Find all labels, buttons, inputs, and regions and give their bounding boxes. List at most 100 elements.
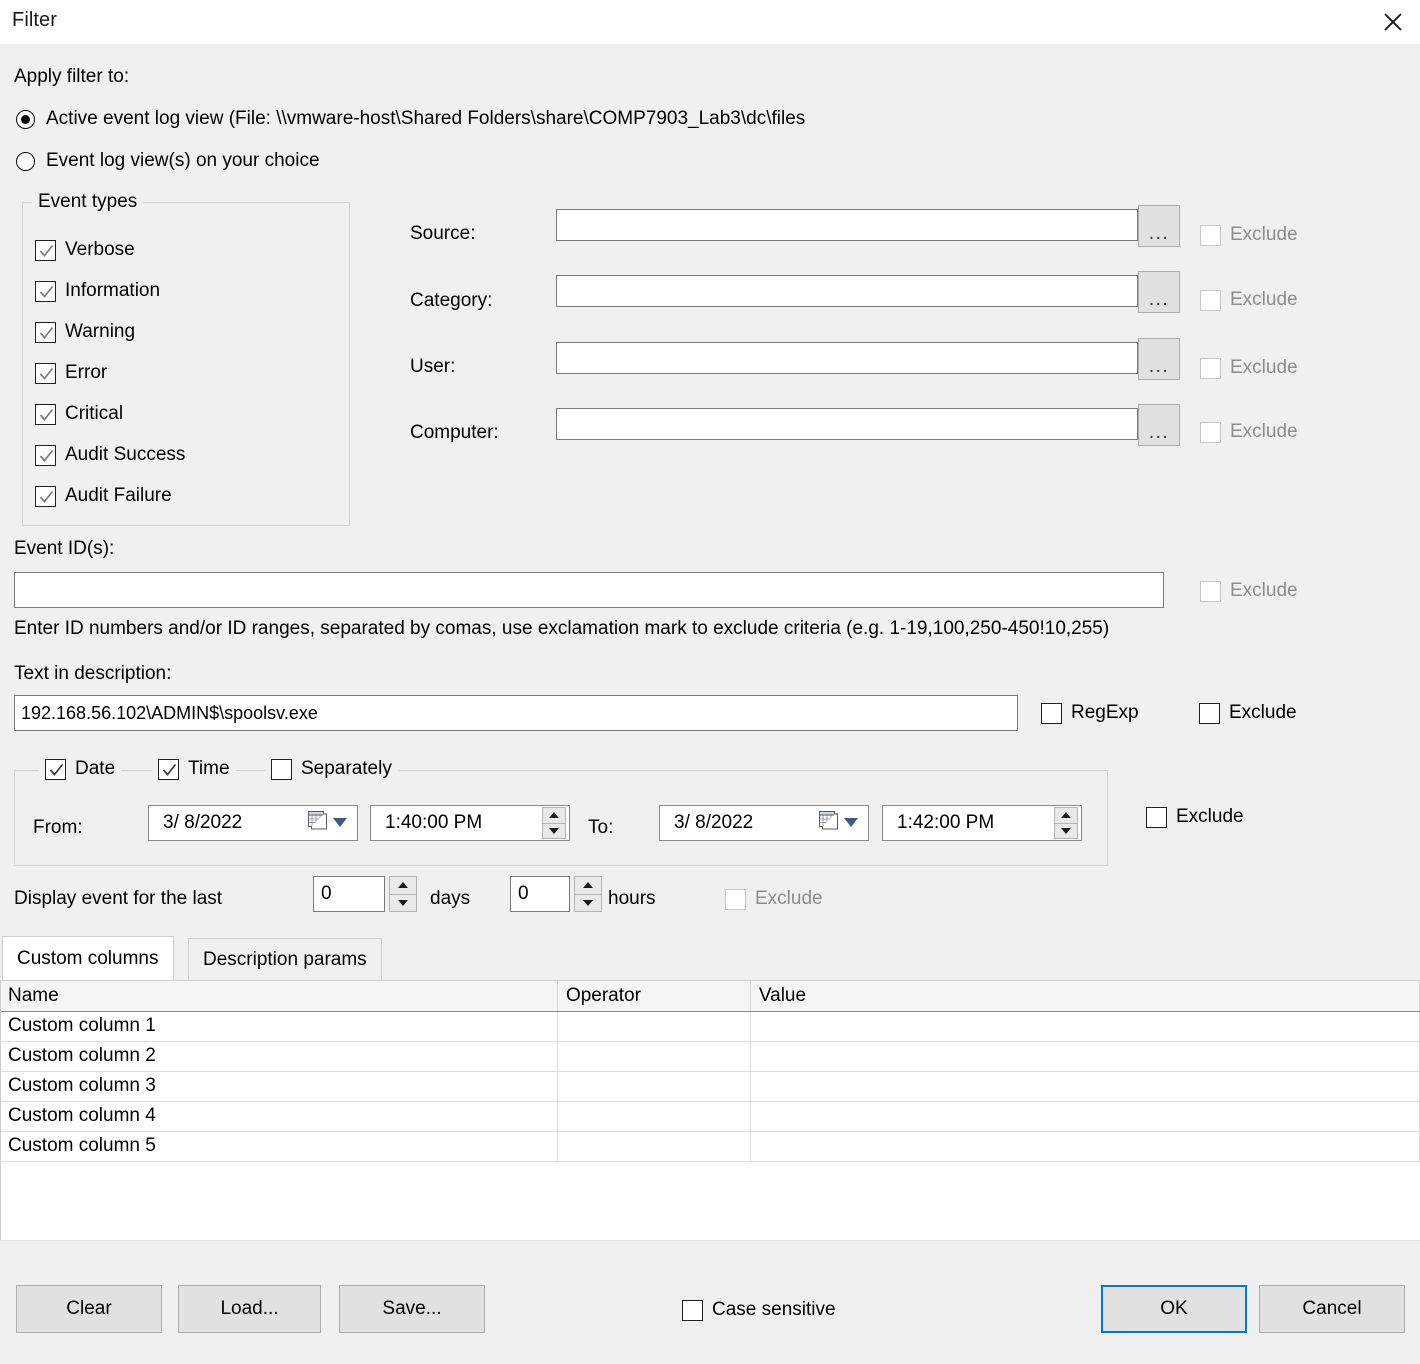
close-button[interactable] bbox=[1366, 0, 1420, 44]
radio-button-choice[interactable] bbox=[16, 151, 35, 171]
column-header-value[interactable]: Value bbox=[750, 981, 1420, 1012]
to-time-spinner[interactable] bbox=[1054, 807, 1078, 839]
checkbox-box[interactable] bbox=[1200, 421, 1221, 443]
cell-value[interactable] bbox=[750, 1041, 1420, 1072]
save-button[interactable]: Save... bbox=[339, 1285, 485, 1333]
from-time-spinner[interactable] bbox=[542, 807, 566, 839]
user-exclude-checkbox[interactable]: Exclude bbox=[1200, 357, 1298, 379]
from-time-picker[interactable]: 1:40:00 PM bbox=[370, 805, 570, 841]
hours-input[interactable]: 0 bbox=[510, 876, 570, 912]
description-exclude-checkbox[interactable]: Exclude bbox=[1199, 702, 1297, 724]
checkbox-warning[interactable]: Warning bbox=[35, 321, 135, 343]
spinner-up-icon[interactable] bbox=[542, 807, 566, 824]
category-input[interactable] bbox=[556, 275, 1138, 307]
user-input[interactable] bbox=[556, 342, 1138, 374]
checkbox-information[interactable]: Information bbox=[35, 280, 160, 302]
tab-custom-columns[interactable]: Custom columns bbox=[2, 936, 174, 980]
date-checkbox[interactable]: Date bbox=[39, 758, 122, 780]
cell-name[interactable]: Custom column 1 bbox=[0, 1011, 558, 1042]
checkbox-box[interactable] bbox=[45, 758, 66, 780]
checkbox-box[interactable] bbox=[35, 321, 56, 343]
case-sensitive-checkbox[interactable]: Case sensitive bbox=[682, 1299, 836, 1321]
checkbox-error[interactable]: Error bbox=[35, 362, 107, 384]
custom-columns-table[interactable]: Name Operator Value Custom column 1 Cust… bbox=[0, 980, 1420, 1240]
separately-checkbox[interactable]: Separately bbox=[265, 758, 398, 780]
checkbox-critical[interactable]: Critical bbox=[35, 403, 123, 425]
table-row[interactable]: Custom column 1 bbox=[0, 1011, 1420, 1042]
source-exclude-checkbox[interactable]: Exclude bbox=[1200, 224, 1298, 246]
checkbox-box[interactable] bbox=[682, 1299, 703, 1321]
to-time-picker[interactable]: 1:42:00 PM bbox=[882, 805, 1082, 841]
computer-exclude-checkbox[interactable]: Exclude bbox=[1200, 421, 1298, 443]
to-date-picker[interactable]: 3/ 8/2022 bbox=[659, 805, 869, 841]
checkbox-box[interactable] bbox=[35, 403, 56, 425]
checkbox-box[interactable] bbox=[35, 362, 56, 384]
column-header-name[interactable]: Name bbox=[0, 981, 558, 1012]
computer-browse-button[interactable]: ... bbox=[1138, 404, 1180, 446]
table-row[interactable]: Custom column 5 bbox=[0, 1131, 1420, 1162]
cell-operator[interactable] bbox=[557, 1101, 751, 1132]
checkbox-box[interactable] bbox=[35, 239, 56, 261]
checkbox-box[interactable] bbox=[1146, 806, 1167, 828]
checkbox-audit-success[interactable]: Audit Success bbox=[35, 444, 185, 466]
spinner-down-icon[interactable] bbox=[542, 823, 566, 839]
datetime-exclude-checkbox[interactable]: Exclude bbox=[1146, 806, 1244, 828]
time-checkbox[interactable]: Time bbox=[152, 758, 236, 780]
source-browse-button[interactable]: ... bbox=[1138, 205, 1180, 247]
checkbox-box[interactable] bbox=[35, 485, 56, 507]
spinner-down-icon[interactable] bbox=[1054, 823, 1078, 839]
checkbox-box[interactable] bbox=[271, 758, 292, 780]
hours-spinner[interactable] bbox=[574, 876, 602, 912]
cell-name[interactable]: Custom column 5 bbox=[0, 1131, 558, 1162]
cell-name[interactable]: Custom column 2 bbox=[0, 1041, 558, 1072]
checkbox-box[interactable] bbox=[158, 758, 179, 780]
event-ids-input[interactable] bbox=[14, 572, 1164, 608]
table-row[interactable]: Custom column 2 bbox=[0, 1041, 1420, 1072]
checkbox-box[interactable] bbox=[1200, 224, 1221, 246]
spinner-up-icon[interactable] bbox=[1054, 807, 1078, 824]
category-exclude-checkbox[interactable]: Exclude bbox=[1200, 289, 1298, 311]
cell-operator[interactable] bbox=[557, 1041, 751, 1072]
event-ids-exclude-checkbox[interactable]: Exclude bbox=[1200, 580, 1298, 602]
checkbox-box[interactable] bbox=[35, 280, 56, 302]
load-button[interactable]: Load... bbox=[178, 1285, 321, 1333]
days-stepper[interactable]: 0 bbox=[313, 876, 417, 912]
cell-operator[interactable] bbox=[557, 1011, 751, 1042]
spinner-down-icon[interactable] bbox=[574, 894, 602, 912]
ok-button[interactable]: OK bbox=[1101, 1285, 1247, 1333]
spinner-down-icon[interactable] bbox=[389, 894, 417, 912]
cell-value[interactable] bbox=[750, 1101, 1420, 1132]
cell-operator[interactable] bbox=[557, 1071, 751, 1102]
from-date-picker[interactable]: 3/ 8/2022 bbox=[148, 805, 358, 841]
cancel-button[interactable]: Cancel bbox=[1259, 1285, 1405, 1333]
cell-name[interactable]: Custom column 4 bbox=[0, 1101, 558, 1132]
table-row[interactable]: Custom column 3 bbox=[0, 1071, 1420, 1102]
spinner-up-icon[interactable] bbox=[574, 876, 602, 895]
checkbox-verbose[interactable]: Verbose bbox=[35, 239, 135, 261]
source-input[interactable] bbox=[556, 209, 1138, 241]
cell-value[interactable] bbox=[750, 1011, 1420, 1042]
radio-event-log-views-choice[interactable]: Event log view(s) on your choice bbox=[16, 150, 320, 172]
cell-value[interactable] bbox=[750, 1131, 1420, 1162]
clear-button[interactable]: Clear bbox=[16, 1285, 162, 1333]
checkbox-box[interactable] bbox=[1199, 702, 1220, 724]
category-browse-button[interactable]: ... bbox=[1138, 271, 1180, 313]
checkbox-box[interactable] bbox=[725, 888, 746, 910]
cell-value[interactable] bbox=[750, 1071, 1420, 1102]
regexp-checkbox[interactable]: RegExp bbox=[1041, 702, 1139, 724]
user-browse-button[interactable]: ... bbox=[1138, 338, 1180, 380]
hours-stepper[interactable]: 0 bbox=[510, 876, 602, 912]
radio-button-active[interactable] bbox=[16, 109, 35, 129]
chevron-down-icon[interactable] bbox=[333, 814, 347, 832]
display-last-exclude-checkbox[interactable]: Exclude bbox=[725, 888, 823, 910]
days-spinner[interactable] bbox=[389, 876, 417, 912]
checkbox-box[interactable] bbox=[1200, 357, 1221, 379]
computer-input[interactable] bbox=[556, 408, 1138, 440]
radio-active-event-log-view[interactable]: Active event log view (File: \\vmware-ho… bbox=[16, 108, 805, 130]
checkbox-box[interactable] bbox=[1041, 702, 1062, 724]
days-input[interactable]: 0 bbox=[313, 876, 385, 912]
checkbox-box[interactable] bbox=[1200, 289, 1221, 311]
description-input[interactable]: 192.168.56.102\ADMIN$\spoolsv.exe bbox=[14, 695, 1018, 731]
table-row[interactable]: Custom column 4 bbox=[0, 1101, 1420, 1132]
cell-operator[interactable] bbox=[557, 1131, 751, 1162]
